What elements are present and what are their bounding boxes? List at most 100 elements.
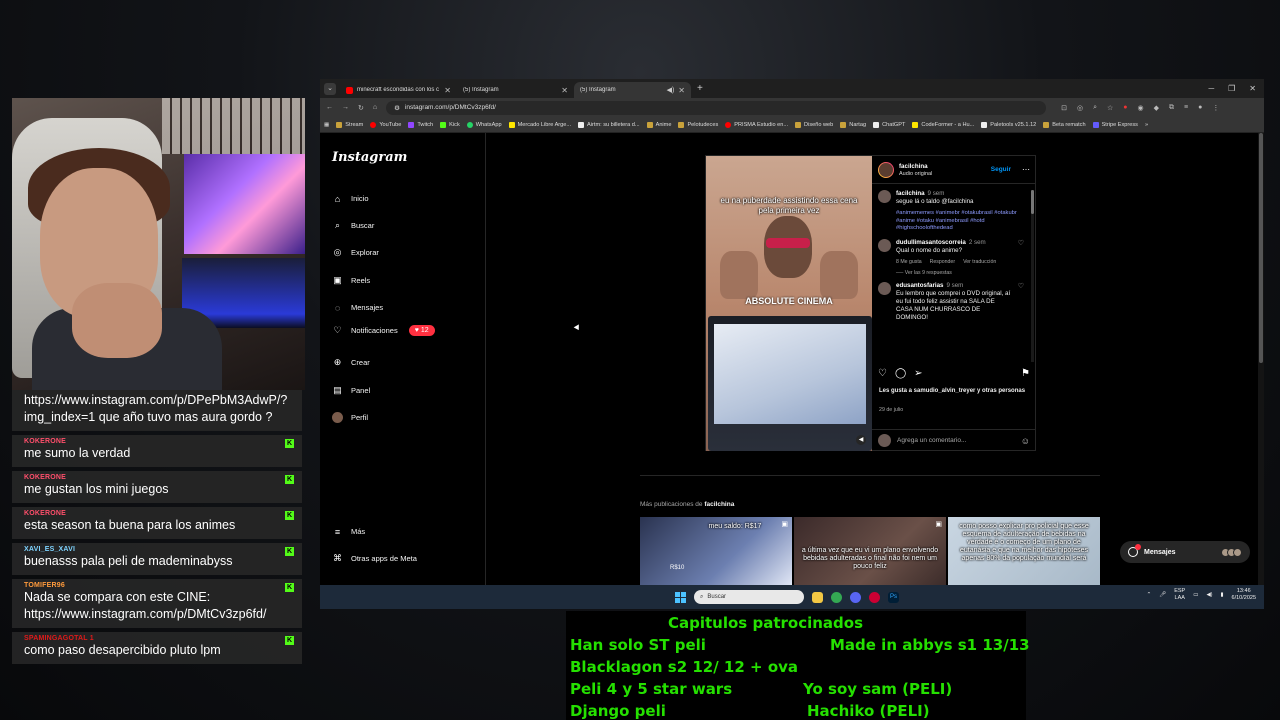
- tab-youtube[interactable]: minecraft escondidas con los c ✕: [340, 82, 457, 98]
- minimize-icon[interactable]: ─: [1208, 84, 1214, 93]
- sidebar-item-inicio[interactable]: ⌂ Inicio: [332, 193, 369, 204]
- tab-instagram-active[interactable]: (5) Instagram ◀) ✕: [320, 82, 691, 140]
- sidebar-item-mensajes[interactable]: ◌ Mensajes: [332, 302, 383, 313]
- reply-button[interactable]: Responder: [930, 258, 955, 266]
- comment-user[interactable]: dudullimasantoscorreia: [896, 239, 966, 246]
- sidebar-item-mas[interactable]: ≡ Más: [332, 526, 365, 537]
- comment-user[interactable]: edusantosfarias: [896, 282, 943, 289]
- add-comment-input[interactable]: Agrega un comentario...: [897, 437, 966, 444]
- close-tab-icon[interactable]: ✕: [561, 86, 568, 95]
- apps-grid-icon[interactable]: ▦: [324, 122, 329, 128]
- profile-icon[interactable]: ●: [1198, 104, 1202, 112]
- chrome-icon[interactable]: [831, 591, 842, 603]
- avatar[interactable]: [878, 238, 891, 252]
- more-bookmarks-icon[interactable]: »: [1145, 122, 1148, 128]
- close-tab-icon[interactable]: ✕: [444, 86, 451, 95]
- bookmark[interactable]: Twitch: [408, 121, 433, 128]
- bookmark[interactable]: Beta rematch: [1043, 121, 1086, 128]
- comments-scrollbar[interactable]: [1031, 190, 1034, 362]
- back-icon[interactable]: ←: [326, 104, 333, 111]
- forward-icon[interactable]: →: [342, 104, 349, 111]
- sidebar-item-notificaciones[interactable]: ♡ Notificaciones ♥ 12: [332, 325, 435, 336]
- bookmark[interactable]: Kick: [440, 121, 460, 128]
- page-scrollbar[interactable]: [1258, 133, 1264, 585]
- downloads-icon[interactable]: ≡: [1184, 104, 1188, 112]
- bookmark[interactable]: Nartag: [840, 121, 866, 128]
- follow-button[interactable]: Seguir: [991, 166, 1011, 173]
- bookmark[interactable]: WhatsApp: [466, 121, 502, 128]
- sidebar-item-meta-apps[interactable]: ⌘ Otras apps de Meta: [332, 553, 417, 564]
- bookmark[interactable]: Mercado Libre Arge...: [508, 121, 571, 128]
- view-replies-button[interactable]: ── Ver las 9 respuestas: [896, 270, 1024, 276]
- eye-off-icon[interactable]: ◎: [1077, 104, 1083, 112]
- avatar[interactable]: [878, 281, 891, 295]
- reload-icon[interactable]: ↻: [358, 104, 364, 112]
- maximize-icon[interactable]: ❐: [1228, 84, 1235, 93]
- obs-icon[interactable]: [869, 591, 880, 603]
- address-bar[interactable]: ⚙ instagram.com/p/DMtCv3zp6fd/: [386, 100, 1047, 115]
- bookmark[interactable]: Airtm: su billetera d...: [578, 121, 640, 128]
- star-icon[interactable]: ☆: [1107, 104, 1113, 112]
- post-thumbnail[interactable]: meu saldo: R$17 R$10 ▣: [640, 517, 792, 585]
- like-comment-icon[interactable]: ♡: [1018, 239, 1024, 266]
- clock[interactable]: 13:46 6/10/2025: [1232, 588, 1256, 602]
- volume-icon[interactable]: ◀: [856, 435, 866, 445]
- comment-hashtags[interactable]: #animememes #animebr #otakubrasil #otaku…: [896, 210, 1024, 233]
- microphone-icon[interactable]: 🎤︎: [1159, 592, 1166, 598]
- avatar[interactable]: [878, 190, 891, 203]
- battery-icon[interactable]: ▮: [1221, 592, 1224, 598]
- instagram-logo[interactable]: Instagram: [332, 150, 407, 165]
- bookmark[interactable]: Paletools v25.1.12: [981, 121, 1036, 128]
- sidebar-item-crear[interactable]: ⊕ Crear: [332, 357, 370, 368]
- comment-user[interactable]: facilchina: [896, 190, 925, 197]
- chevron-up-icon[interactable]: ⌃: [1147, 592, 1152, 598]
- language-indicator[interactable]: ESP LAA: [1174, 588, 1185, 602]
- discord-icon[interactable]: [850, 591, 861, 603]
- zoom-icon[interactable]: ⌕: [1093, 104, 1097, 112]
- menu-icon[interactable]: ⋮: [1212, 104, 1219, 112]
- sidebar-item-perfil[interactable]: Perfil: [332, 412, 368, 423]
- bookmark[interactable]: Stripe Express: [1092, 121, 1138, 128]
- comment-likes[interactable]: 8 Me gusta: [896, 258, 922, 266]
- post-username[interactable]: facilchina: [899, 163, 932, 170]
- windows-start-icon[interactable]: [675, 591, 686, 603]
- extension-red-icon[interactable]: ●: [1123, 104, 1127, 112]
- close-tab-icon[interactable]: ✕: [678, 86, 685, 95]
- monitor-icon[interactable]: ▭: [1193, 592, 1198, 598]
- extension-icon[interactable]: ◉: [1138, 104, 1144, 112]
- like-icon[interactable]: ♡: [878, 368, 887, 379]
- taskbar-search[interactable]: ⌕ Buscar: [694, 590, 804, 604]
- messages-button[interactable]: Mensajes: [1120, 541, 1250, 563]
- new-tab-button[interactable]: +: [697, 83, 703, 94]
- file-explorer-icon[interactable]: [812, 591, 823, 603]
- home-icon[interactable]: ⌂: [373, 104, 377, 111]
- more-posts-user[interactable]: facilchina: [704, 501, 734, 508]
- bookmark[interactable]: Anime: [646, 121, 671, 128]
- comment-icon[interactable]: ◯: [895, 368, 906, 379]
- close-window-icon[interactable]: ✕: [1249, 84, 1256, 93]
- bookmark[interactable]: CodeFormer - a Hu...: [912, 121, 974, 128]
- extension-icon[interactable]: ◆: [1154, 104, 1159, 112]
- bookmark[interactable]: Pelotudeces: [678, 121, 718, 128]
- sidebar-item-panel[interactable]: ▤ Panel: [332, 385, 370, 396]
- site-info-icon[interactable]: ⚙: [394, 104, 400, 112]
- bookmark[interactable]: ChatGPT: [873, 121, 905, 128]
- post-likes[interactable]: Les gusta a samudio_alvin_treyer y otras…: [879, 387, 1029, 395]
- sidebar-item-buscar[interactable]: ⌕ Buscar: [332, 220, 374, 231]
- tab-instagram[interactable]: (5) Instagram ✕: [320, 82, 574, 140]
- speaker-icon[interactable]: ◀): [667, 86, 675, 94]
- post-thumbnail[interactable]: a última vez que eu vi um plano envolven…: [794, 517, 946, 585]
- like-comment-icon[interactable]: ♡: [1018, 282, 1024, 322]
- photoshop-icon[interactable]: Ps: [888, 591, 899, 603]
- sidebar-item-reels[interactable]: ▣ Reels: [332, 275, 370, 286]
- bookmark[interactable]: YouTube: [370, 121, 401, 128]
- bookmark[interactable]: PRISMA Estudio en...: [725, 121, 788, 128]
- avatar[interactable]: [878, 161, 894, 178]
- post-video[interactable]: eu na puberdade assistindo essa cena pel…: [706, 156, 872, 451]
- more-options-icon[interactable]: ⋯: [1022, 165, 1030, 174]
- bookmark-icon[interactable]: ⚑: [1021, 368, 1030, 379]
- volume-icon[interactable]: ◀): [1206, 592, 1212, 598]
- share-icon[interactable]: ➢: [914, 368, 922, 379]
- translate-button[interactable]: Ver traducción: [963, 258, 996, 266]
- puzzle-icon[interactable]: ⧉: [1169, 104, 1174, 112]
